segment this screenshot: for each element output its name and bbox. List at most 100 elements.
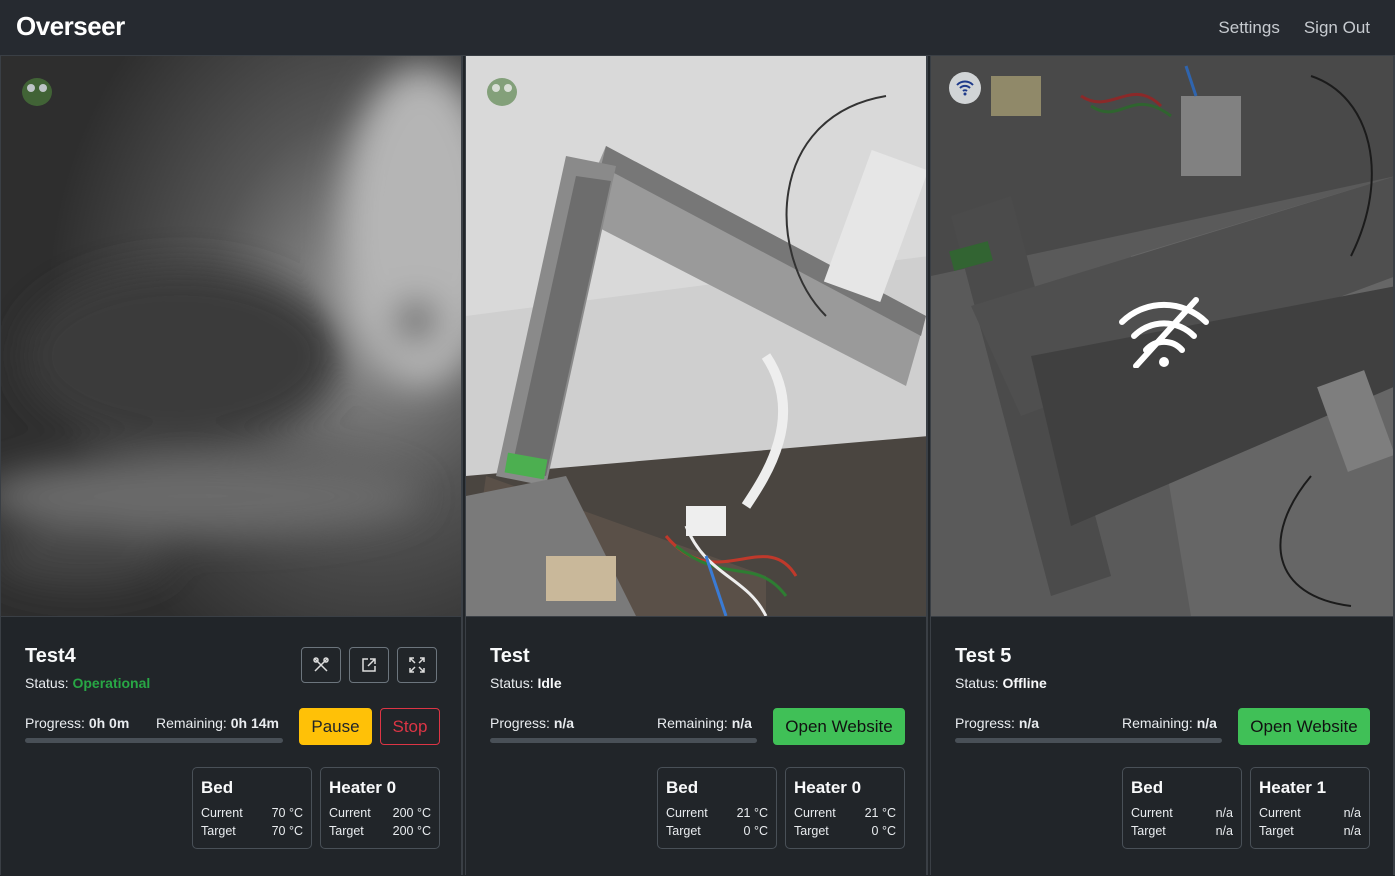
open-external-button[interactable] [349,647,389,683]
progress-label: Progress: [490,715,550,731]
printer-grid: Test4 Status: Operational Progress: 0h 0… [0,56,1395,875]
settings-link[interactable]: Settings [1218,18,1279,38]
progress-label: Progress: [25,715,85,731]
temp-title: Heater 1 [1259,778,1327,797]
printer-card-test5: Test 5 Status: Offline Progress: n/a Rem… [930,56,1395,875]
tools-icon [313,657,329,672]
target-value: n/a [1343,824,1361,838]
target-value: 0 °C [871,824,896,838]
target-value: 0 °C [743,824,768,838]
temp-current-row: Current 21 °C [794,804,896,822]
printer-card-test4: Test4 Status: Operational Progress: 0h 0… [0,56,463,875]
temp-target-row: Target n/a [1131,822,1233,840]
temp-target-row: Target 0 °C [666,822,768,840]
fullscreen-button[interactable] [397,647,437,683]
current-label: Current [794,806,836,820]
temp-box-heater: Heater 0 Current 21 °C Target 0 °C [785,767,905,849]
temp-target-row: Target 200 °C [329,822,431,840]
target-label: Target [1259,824,1294,838]
printer-info: Test4 Status: Operational Progress: 0h 0… [1,616,461,876]
progress-value: 0h 0m [88,715,130,731]
nav-links: Settings Sign Out [1218,18,1370,38]
target-value: n/a [1215,824,1233,838]
remaining-label: Remaining: [1122,715,1193,731]
temp-title: Heater 0 [794,778,862,797]
target-label: Target [1131,824,1166,838]
target-value: 70 °C [271,824,303,838]
pause-button[interactable]: Pause [299,708,372,745]
progress-bar [490,738,757,743]
current-value: n/a [1215,806,1233,820]
temp-title: Heater 0 [329,778,397,797]
printer-name: Test4 [25,645,76,667]
open-website-button[interactable]: Open Website [1238,708,1370,745]
progress-value: n/a [1018,715,1040,731]
current-value: n/a [1343,806,1361,820]
temp-title: Bed [666,778,699,797]
webcam-image [466,56,926,616]
temp-current-row: Current 200 °C [329,804,431,822]
progress-bar [25,738,283,743]
printer-name: Test [490,645,530,667]
remaining-value: n/a [1196,715,1217,731]
temp-title: Bed [1131,778,1164,797]
open-website-button[interactable]: Open Website [773,708,905,745]
status-label: Status: [490,675,534,691]
wifi-status-icon [949,72,981,104]
brand-logo[interactable]: Overseer [16,11,125,42]
temp-current-row: Current 70 °C [201,804,303,822]
progress-text: Progress: 0h 0m [25,715,129,731]
webcam-image [1,56,461,616]
octoprint-logo-icon [13,66,63,112]
temp-target-row: Target n/a [1259,822,1361,840]
status-label: Status: [955,675,999,691]
current-label: Current [201,806,243,820]
current-label: Current [666,806,708,820]
webcam-stream [1,56,461,616]
tools-button[interactable] [301,647,341,683]
progress-text: Progress: n/a [955,715,1039,731]
top-navbar: Overseer Settings Sign Out [0,0,1395,56]
webcam-stream [466,56,926,616]
current-value: 70 °C [271,806,303,820]
remaining-value: 0h 14m [230,715,279,731]
progress-text: Progress: n/a [490,715,574,731]
current-label: Current [1131,806,1173,820]
current-value: 200 °C [392,806,431,820]
current-label: Current [1259,806,1301,820]
target-label: Target [666,824,701,838]
status-value: Idle [537,675,562,691]
temp-box-bed: Bed Current n/a Target n/a [1122,767,1242,849]
temp-current-row: Current n/a [1131,804,1233,822]
temp-target-row: Target 0 °C [794,822,896,840]
printer-info: Test Status: Idle Progress: n/a Remainin… [466,616,926,876]
progress-label: Progress: [955,715,1015,731]
temp-target-row: Target 70 °C [201,822,303,840]
printer-action-buttons [301,647,437,683]
octoprint-logo-icon [478,66,528,112]
webcam-stream [931,56,1393,616]
wifi-off-icon [1116,296,1212,368]
sign-out-link[interactable]: Sign Out [1304,18,1370,38]
temp-current-row: Current n/a [1259,804,1361,822]
remaining-label: Remaining: [156,715,227,731]
target-value: 200 °C [392,824,431,838]
current-value: 21 °C [736,806,768,820]
status-label: Status: [25,675,69,691]
remaining-text: Remaining: n/a [1122,715,1217,731]
stop-button[interactable]: Stop [380,708,440,745]
status-line: Status: Offline [955,675,1047,691]
printer-card-test: Test Status: Idle Progress: n/a Remainin… [465,56,928,875]
current-label: Current [329,806,371,820]
target-label: Target [329,824,364,838]
temp-box-bed: Bed Current 21 °C Target 0 °C [657,767,777,849]
target-label: Target [794,824,829,838]
remaining-text: Remaining: n/a [657,715,752,731]
temp-box-heater: Heater 0 Current 200 °C Target 200 °C [320,767,440,849]
remaining-value: n/a [731,715,752,731]
temp-title: Bed [201,778,234,797]
printer-info: Test 5 Status: Offline Progress: n/a Rem… [931,616,1393,876]
progress-bar [955,738,1222,743]
temp-box-heater: Heater 1 Current n/a Target n/a [1250,767,1370,849]
current-value: 21 °C [864,806,896,820]
